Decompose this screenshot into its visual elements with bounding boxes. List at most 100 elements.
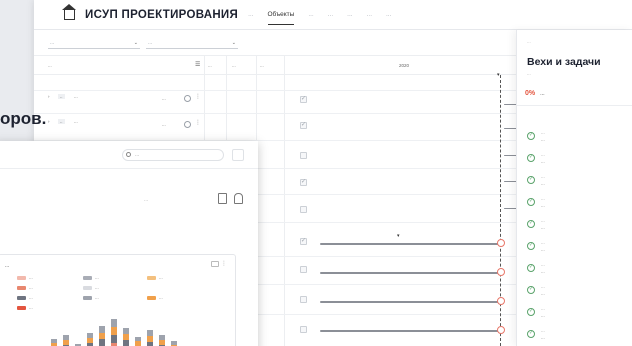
- nav-tab-3[interactable]: ...: [308, 11, 313, 18]
- legend-label: ...: [95, 285, 99, 290]
- milestone-date: ...: [541, 335, 545, 340]
- legend-item: ...: [83, 285, 99, 290]
- legend-swatch: [83, 295, 92, 300]
- front-toolbar: ...: [0, 141, 258, 169]
- filter-select-2[interactable]: ... ⌄: [146, 38, 238, 49]
- chart-bar[interactable]: [159, 335, 165, 346]
- column-header-year: 2020: [399, 63, 410, 68]
- nav-tab-4[interactable]: ...: [328, 11, 333, 18]
- legend-swatch: [147, 275, 156, 280]
- toolbar-icon-button[interactable]: [232, 149, 244, 161]
- milestone-date: ...: [541, 181, 545, 186]
- nav-tab-7[interactable]: ...: [386, 11, 391, 18]
- row-checkbox[interactable]: [300, 296, 307, 303]
- milestone-date: ...: [541, 313, 545, 318]
- top-navigation: ИСУП ПРОЕКТИРОВАНИЯ ... Объекты ... ... …: [34, 0, 632, 30]
- row-checkbox[interactable]: [300, 121, 307, 129]
- chart-bar-segment: [111, 327, 117, 335]
- milestone-title: ...: [541, 218, 545, 223]
- row-checkbox[interactable]: [300, 178, 307, 186]
- chart-bar-segment: [123, 340, 129, 346]
- document-icon[interactable]: [218, 193, 227, 204]
- check-circle-icon: [527, 154, 535, 162]
- chart-bar[interactable]: [171, 341, 177, 346]
- chart-bar-segment: [111, 319, 117, 327]
- table-header: ... ☰ ... ... ... 2020: [34, 55, 524, 75]
- row-tag: ..: [58, 119, 65, 124]
- milestone-title: ...: [541, 284, 545, 289]
- gantt-bar[interactable]: [320, 330, 500, 332]
- legend-item: ...: [17, 305, 33, 310]
- chart-bar[interactable]: [51, 339, 57, 346]
- chart-bar[interactable]: [135, 337, 141, 346]
- row-checkbox[interactable]: [300, 266, 307, 273]
- nav-tab-1[interactable]: ...: [248, 11, 253, 18]
- stacked-bars: [39, 315, 199, 346]
- chart-bar[interactable]: [147, 330, 153, 346]
- milestones-panel: ... Вехи и задачи ... 0% ... ...... ....…: [516, 30, 632, 346]
- nav-tab-5[interactable]: ...: [347, 11, 352, 18]
- gantt-milestone-icon[interactable]: [497, 239, 505, 247]
- check-circle-icon: [527, 176, 535, 184]
- column-header-name: ...: [48, 63, 52, 68]
- front-subtitle: ...: [144, 197, 149, 203]
- row-checkbox[interactable]: [300, 95, 307, 103]
- chevron-down-icon: ⌄: [133, 40, 138, 46]
- more-icon[interactable]: ⋮: [221, 260, 227, 267]
- chart-bar-segment: [99, 326, 105, 333]
- row-checkbox[interactable]: [300, 206, 307, 213]
- gantt-milestone-icon[interactable]: [497, 326, 505, 334]
- search-input[interactable]: ...: [122, 149, 224, 161]
- check-circle-icon: [527, 198, 535, 206]
- chart-toggle[interactable]: [211, 261, 219, 267]
- legend-label: ...: [159, 295, 163, 300]
- check-circle-icon: [527, 242, 535, 250]
- gantt-milestone-icon[interactable]: [497, 297, 505, 305]
- milestone-date: ...: [541, 269, 545, 274]
- row-expand-icon[interactable]: ›: [48, 94, 50, 99]
- more-icon[interactable]: ⋮: [195, 119, 201, 126]
- milestone-title: ...: [541, 262, 545, 267]
- search-icon: [126, 152, 131, 157]
- row-checkbox[interactable]: [300, 237, 307, 245]
- row-checkbox[interactable]: [300, 326, 307, 333]
- row-name[interactable]: ...: [74, 119, 78, 124]
- home-icon[interactable]: [62, 3, 76, 20]
- chart-bar-segment: [99, 332, 105, 340]
- panel-top-label: ...: [527, 39, 531, 44]
- row-expand-icon[interactable]: ›: [48, 119, 50, 124]
- legend-swatch: [147, 295, 156, 300]
- lock-icon[interactable]: [234, 193, 243, 204]
- chart-bar[interactable]: [123, 328, 129, 346]
- filter-select-1-value: ...: [50, 40, 55, 46]
- filter-icon[interactable]: ☰: [195, 61, 200, 68]
- row-tag: ..: [58, 94, 65, 99]
- legend-swatch: [17, 295, 26, 300]
- milestone-date: ...: [541, 291, 545, 296]
- gantt-bar[interactable]: [320, 301, 500, 303]
- legend-swatch: [17, 305, 26, 310]
- chart-title: ...: [5, 263, 10, 269]
- row-checkbox[interactable]: [300, 152, 307, 159]
- column-divider: [284, 55, 285, 346]
- milestone-date: ...: [541, 159, 545, 164]
- nav-tab-objects[interactable]: Объекты: [267, 11, 295, 25]
- chart-bar[interactable]: [99, 326, 105, 346]
- table-row-divider: [34, 90, 524, 91]
- filter-select-2-value: ...: [148, 40, 153, 46]
- chart-bar-segment: [99, 339, 105, 346]
- legend-label: ...: [159, 275, 163, 280]
- more-icon[interactable]: ⋮: [195, 93, 201, 100]
- gantt-milestone-icon[interactable]: [497, 268, 505, 276]
- chart-bar-segment: [111, 335, 117, 343]
- filter-bar: ... ⌄ ... ⌄: [48, 38, 238, 49]
- row-name[interactable]: ...: [74, 94, 78, 99]
- panel-title: Вехи и задачи: [527, 56, 601, 68]
- gantt-bar[interactable]: [320, 272, 500, 274]
- chart-bar[interactable]: [63, 335, 69, 346]
- nav-tab-6[interactable]: ...: [367, 11, 372, 18]
- filter-select-1[interactable]: ... ⌄: [48, 38, 140, 49]
- chart-bar[interactable]: [87, 333, 93, 346]
- chart-bar[interactable]: [111, 319, 117, 346]
- gantt-bar[interactable]: [320, 243, 500, 245]
